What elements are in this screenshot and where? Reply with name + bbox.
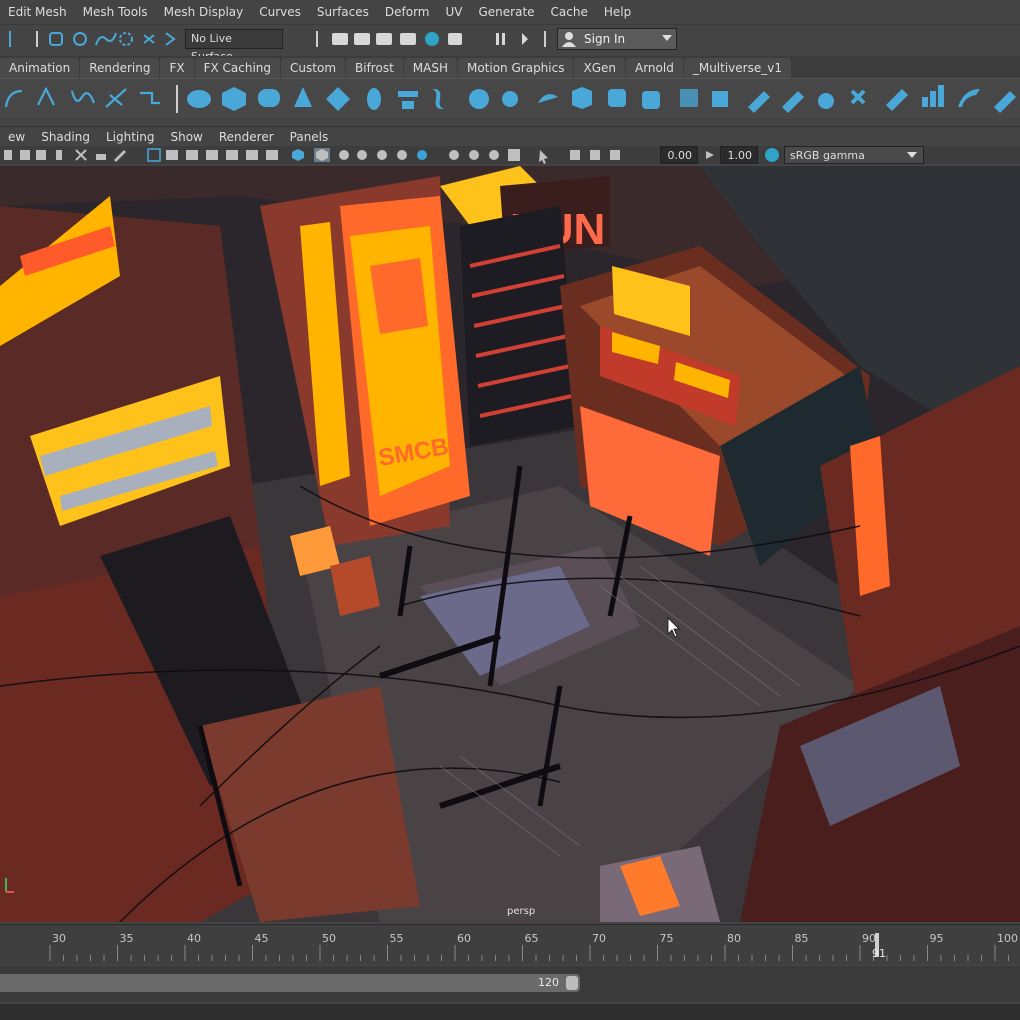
status-line: No Live Surface Sign In bbox=[0, 24, 1020, 63]
viewport-persp[interactable]: RUN SMCB bbox=[0, 166, 1020, 922]
panel-toolbar: 0.00 1.00 sRGB gamma bbox=[0, 146, 1020, 164]
panel-toolbar-icons[interactable] bbox=[0, 146, 640, 164]
chevron-down-icon bbox=[907, 152, 917, 158]
user-icon bbox=[562, 32, 576, 47]
gamma-icon bbox=[706, 151, 714, 159]
shelf-tab-fx-caching[interactable]: FX Caching bbox=[194, 58, 281, 78]
menu-help[interactable]: Help bbox=[596, 5, 639, 19]
exposure-field[interactable]: 0.00 bbox=[660, 146, 698, 164]
shelf-tab-xgen[interactable]: XGen bbox=[574, 58, 625, 78]
shelf-tab-bifrost[interactable]: Bifrost bbox=[346, 58, 403, 78]
timeline-tick-label: 95 bbox=[930, 932, 944, 945]
menu-uv[interactable]: UV bbox=[438, 5, 471, 19]
timeline-tick-label: 75 bbox=[660, 932, 674, 945]
panel-menu: ew Shading Lighting Show Renderer Panels bbox=[0, 126, 1020, 146]
timeline-tick-label: 35 bbox=[120, 932, 134, 945]
color-space-select[interactable]: sRGB gamma bbox=[784, 146, 924, 164]
shelf-tab-arnold[interactable]: Arnold bbox=[626, 58, 683, 78]
menu-curves[interactable]: Curves bbox=[251, 5, 309, 19]
menu-generate[interactable]: Generate bbox=[471, 5, 543, 19]
shelf-tab-rendering[interactable]: Rendering bbox=[80, 58, 160, 78]
menu-deform[interactable]: Deform bbox=[377, 5, 438, 19]
shelf-tool-icons[interactable] bbox=[0, 79, 1020, 119]
current-frame: 91 bbox=[872, 947, 886, 960]
command-line[interactable] bbox=[0, 1004, 1020, 1020]
color-space-value: sRGB gamma bbox=[790, 149, 865, 162]
shelf-tab-motion-graphics[interactable]: Motion Graphics bbox=[457, 58, 574, 78]
timeline-tick-label: 55 bbox=[390, 932, 404, 945]
range-slider[interactable]: 120 bbox=[0, 966, 1020, 1002]
timeline-tick-label: 70 bbox=[592, 932, 606, 945]
timeline-tick-label: 65 bbox=[525, 932, 539, 945]
range-slider-track[interactable] bbox=[0, 974, 580, 992]
range-slider-handle[interactable] bbox=[566, 976, 578, 990]
timeline-tick-label: 100 bbox=[997, 932, 1018, 945]
shelf-tabs: Animation Rendering FX FX Caching Custom Bifr… bbox=[0, 56, 1020, 78]
timeline-tick-label: 60 bbox=[457, 932, 471, 945]
live-surface-field[interactable]: No Live Surface bbox=[185, 29, 283, 63]
shelf-tab-multiverse-v1[interactable]: _Multiverse_v1 bbox=[683, 58, 791, 78]
chevron-down-icon bbox=[662, 35, 672, 41]
timeline-tick-label: 80 bbox=[727, 932, 741, 945]
timeline-tick-label: 85 bbox=[795, 932, 809, 945]
color-management-icon[interactable] bbox=[764, 147, 780, 163]
timeline-ruler: 30 35 40 45 50 55 60 65 70 75 80 85 90 95 100 91 bbox=[49, 932, 1018, 961]
shelf-tab-mash[interactable]: MASH bbox=[403, 58, 457, 78]
shelf-tab-fx[interactable]: FX bbox=[160, 58, 194, 78]
menu-cache[interactable]: Cache bbox=[543, 5, 596, 19]
panel-menu-panels[interactable]: Panels bbox=[282, 130, 337, 144]
timeline-tick-label: 45 bbox=[255, 932, 269, 945]
time-slider[interactable]: 30 35 40 45 50 55 60 65 70 75 80 85 90 95 100 91 bbox=[0, 924, 1020, 964]
menu-mesh-tools[interactable]: Mesh Tools bbox=[75, 5, 156, 19]
timeline-tick-label: 30 bbox=[52, 932, 66, 945]
menu-bar: Edit Mesh Mesh Tools Mesh Display Curves Sur… bbox=[0, 0, 1020, 24]
timeline-tick-label: 40 bbox=[187, 932, 201, 945]
range-end: 120 bbox=[538, 976, 559, 989]
shelf-tab-custom[interactable]: Custom bbox=[281, 58, 346, 78]
shelf-tab-animation[interactable]: Animation bbox=[0, 58, 80, 78]
timeline-tick-label: 90 bbox=[862, 932, 876, 945]
city-scene: RUN SMCB bbox=[0, 166, 1020, 922]
shelf bbox=[0, 78, 1020, 118]
menu-surfaces[interactable]: Surfaces bbox=[309, 5, 377, 19]
menu-mesh-display[interactable]: Mesh Display bbox=[156, 5, 252, 19]
panel-menu-show[interactable]: Show bbox=[162, 130, 210, 144]
panel-menu-renderer[interactable]: Renderer bbox=[211, 130, 282, 144]
panel-menu-shading[interactable]: Shading bbox=[33, 130, 98, 144]
panel-menu-ew[interactable]: ew bbox=[0, 130, 33, 144]
camera-label: persp bbox=[507, 906, 535, 917]
timeline-tick-label: 50 bbox=[322, 932, 336, 945]
gamma-field[interactable]: 1.00 bbox=[720, 146, 758, 164]
panel-menu-lighting[interactable]: Lighting bbox=[98, 130, 163, 144]
status-line-icons[interactable] bbox=[0, 25, 1020, 53]
sign-in-label: Sign In bbox=[584, 32, 626, 46]
menu-edit-mesh[interactable]: Edit Mesh bbox=[0, 5, 75, 19]
